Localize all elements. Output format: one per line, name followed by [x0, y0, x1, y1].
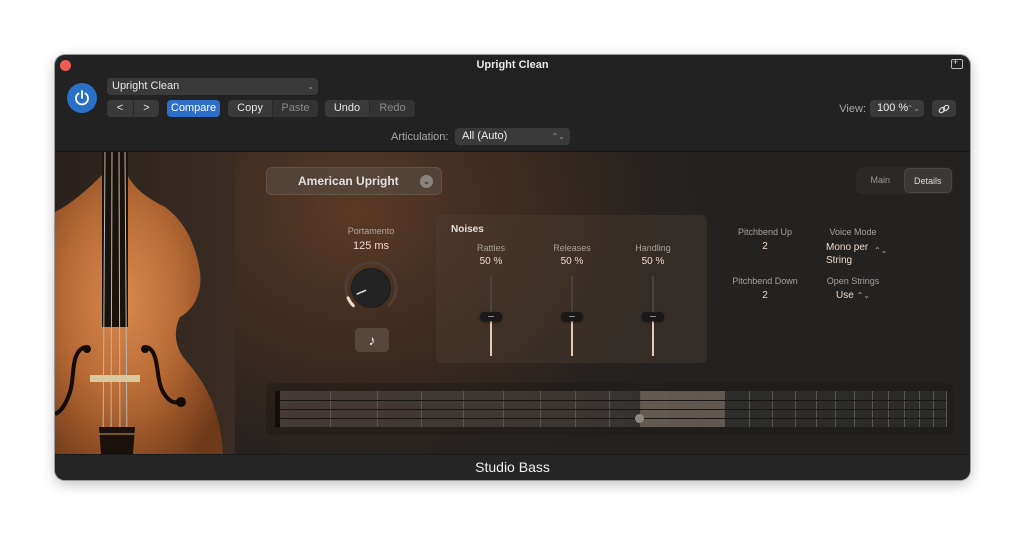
open-strings-label: Open Strings	[826, 276, 880, 286]
next-preset-button[interactable]: >	[133, 100, 159, 117]
plugin-window: Upright Clean Upright Clean ⌄ < > Compar…	[55, 55, 970, 480]
paste-button[interactable]: Paste	[272, 100, 318, 117]
string-line	[280, 418, 946, 419]
fader-fill	[652, 316, 654, 356]
preset-name: Upright Clean	[112, 80, 180, 92]
fader-fill	[571, 316, 573, 356]
releases-label: Releases	[553, 243, 591, 253]
link-button[interactable]	[932, 100, 956, 117]
fader-track	[490, 276, 492, 316]
string-line	[280, 400, 946, 401]
upright-bass-image	[55, 152, 235, 454]
rattles-value: 50 %	[479, 256, 503, 267]
pitchbend-down-label: Pitchbend Down	[732, 276, 798, 286]
plugin-header: Upright Clean ⌄ < > Compare Copy Paste U…	[55, 77, 970, 152]
fader-track	[571, 276, 573, 316]
open-strings-control[interactable]: Open Strings Use ⌃⌄	[817, 276, 889, 301]
portamento-note-button[interactable]: ♪	[355, 328, 389, 352]
power-button[interactable]	[67, 83, 97, 113]
updown-chevron-icon: ⌃⌄	[906, 104, 920, 113]
pitchbend-up-label: Pitchbend Up	[737, 227, 793, 237]
compare-button[interactable]: Compare	[167, 100, 220, 117]
undo-redo-group: Undo Redo	[325, 100, 415, 117]
fader-thumb[interactable]	[561, 312, 583, 321]
fretboard[interactable]	[275, 391, 947, 427]
chevron-down-icon: ⌄	[307, 82, 314, 91]
fret-position-marker[interactable]	[635, 413, 645, 423]
link-icon	[938, 104, 950, 113]
title-bar: Upright Clean	[55, 55, 970, 77]
view-zoom-select[interactable]: 100 % ⌃⌄	[870, 100, 924, 117]
portamento-value: 125 ms	[352, 240, 390, 252]
window-title: Upright Clean	[476, 59, 549, 71]
portamento-knob[interactable]	[340, 257, 402, 319]
voice-mode-label: Voice Mode	[829, 227, 877, 237]
patch-name: American Upright	[298, 174, 399, 188]
voice-mode-value-line2: String	[826, 255, 853, 266]
patch-dropdown[interactable]: American Upright ⌄	[266, 167, 442, 195]
rattles-fader[interactable]: Rattles 50 %	[461, 240, 521, 360]
pitchbend-up-control[interactable]: Pitchbend Up 2	[729, 227, 801, 252]
tab-details[interactable]: Details	[903, 168, 952, 193]
fader-fill	[490, 316, 492, 356]
fret-line	[946, 391, 947, 427]
preset-dropdown[interactable]: Upright Clean ⌄	[107, 78, 318, 95]
open-strings-value: Use	[836, 290, 854, 301]
updown-chevron-icon: ⌃⌄	[874, 246, 888, 255]
power-icon	[75, 90, 89, 106]
music-note-icon: ♪	[368, 332, 376, 348]
updown-chevron-icon: ⌃⌄	[856, 291, 870, 300]
noises-section: Noises Rattles 50 % Releases 50 % Handli…	[436, 215, 707, 363]
view-tabs: Main Details	[856, 167, 953, 194]
voice-mode-select[interactable]: Mono per String ⌃⌄	[817, 241, 889, 267]
articulation-select[interactable]: All (Auto) ⌃⌄	[455, 128, 570, 145]
pitchbend-down-control[interactable]: Pitchbend Down 2	[729, 276, 801, 301]
rattles-label: Rattles	[476, 243, 505, 253]
handling-fader[interactable]: Handling 50 %	[623, 240, 683, 360]
view-zoom-value: 100 %	[877, 102, 909, 114]
tab-main[interactable]: Main	[857, 168, 904, 193]
copy-button[interactable]: Copy	[228, 100, 272, 117]
floating-window-icon[interactable]	[951, 57, 963, 69]
string-line	[280, 409, 946, 410]
instrument-panel: American Upright ⌄ Main Details Portamen…	[55, 152, 970, 454]
releases-fader[interactable]: Releases 50 %	[542, 240, 602, 360]
copy-paste-group: Copy Paste	[228, 100, 318, 117]
undo-button[interactable]: Undo	[325, 100, 369, 117]
fader-thumb[interactable]	[642, 312, 664, 321]
fader-thumb[interactable]	[480, 312, 502, 321]
articulation-value: All (Auto)	[462, 130, 508, 142]
pitchbend-up-value[interactable]: 2	[729, 241, 801, 252]
previous-preset-button[interactable]: <	[107, 100, 133, 117]
pitchbend-down-value[interactable]: 2	[729, 290, 801, 301]
voice-mode-value-line1: Mono per	[826, 242, 869, 253]
handling-value: 50 %	[641, 256, 665, 267]
redo-button[interactable]: Redo	[369, 100, 415, 117]
articulation-label: Articulation:	[391, 131, 449, 143]
noises-title: Noises	[451, 224, 484, 235]
voice-mode-control[interactable]: Voice Mode Mono per String ⌃⌄	[817, 227, 889, 267]
plugin-footer: Studio Bass	[55, 454, 970, 480]
preset-nav-group: < >	[107, 100, 159, 117]
portamento-label: Portamento	[347, 226, 395, 236]
updown-chevron-icon: ⌃⌄	[551, 132, 565, 141]
open-strings-select[interactable]: Use ⌃⌄	[817, 290, 889, 301]
plugin-name: Studio Bass	[475, 459, 550, 475]
chevron-down-icon: ⌄	[420, 175, 433, 188]
handling-label: Handling	[635, 243, 671, 253]
fader-track	[652, 276, 654, 316]
view-label: View:	[839, 103, 866, 115]
releases-value: 50 %	[560, 256, 584, 267]
